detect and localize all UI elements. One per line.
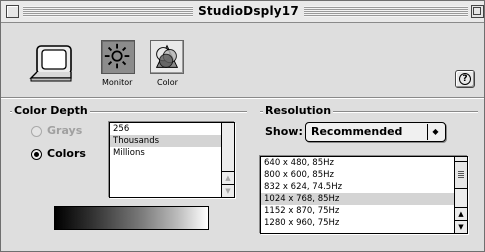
list-item[interactable]: 256: [110, 123, 234, 135]
title-bar[interactable]: StudioDsply17: [1, 1, 484, 23]
list-item[interactable]: Thousands: [110, 135, 234, 147]
grays-radio-button: [31, 126, 42, 137]
show-label: Show:: [265, 125, 303, 138]
color-depth-title: Color Depth: [12, 104, 90, 117]
color-tab-label: Color: [157, 78, 178, 87]
show-popup-menu[interactable]: Recommended ◆: [305, 122, 446, 142]
scroll-thumb[interactable]: [455, 161, 467, 189]
scroll-down-arrow-icon[interactable]: ▼: [222, 184, 234, 197]
title-bar-stripes-left: [23, 6, 193, 17]
color-depth-scrollbar[interactable]: ▲ ▼: [221, 123, 234, 197]
list-item[interactable]: 1280 x 960, 75Hz: [261, 217, 467, 229]
color-wheel-icon: [155, 44, 179, 68]
monitor-tab-button[interactable]: [101, 40, 135, 74]
color-depth-gradient-preview: [54, 206, 209, 230]
resolution-title: Resolution: [263, 104, 334, 117]
scroll-down-arrow-icon[interactable]: ▼: [455, 220, 467, 233]
list-item[interactable]: Millions: [110, 147, 234, 159]
grays-label: Grays: [47, 124, 83, 137]
resolution-list[interactable]: 640 x 480, 85Hz 800 x 600, 85Hz 832 x 62…: [260, 156, 468, 234]
scroll-up-arrow-icon[interactable]: ▲: [222, 171, 234, 184]
color-tab-button[interactable]: [150, 40, 184, 74]
zoom-box[interactable]: [471, 5, 484, 18]
popup-arrows-icon: ◆: [427, 124, 443, 140]
resolution-scrollbar[interactable]: ▲ ▼: [454, 157, 467, 233]
window-title: StudioDsply17: [198, 4, 299, 18]
monitor-tab-label: Monitor: [102, 78, 133, 87]
list-item[interactable]: 1152 x 870, 75Hz: [261, 205, 467, 217]
colors-radio-button[interactable]: [31, 149, 42, 160]
panel-separator: [1, 97, 484, 99]
monitor-icon: [29, 45, 72, 82]
sun-brightness-icon: [104, 43, 130, 69]
colors-label[interactable]: Colors: [47, 147, 86, 160]
close-box[interactable]: [6, 5, 19, 18]
list-item[interactable]: 640 x 480, 85Hz: [261, 157, 467, 169]
color-depth-list[interactable]: 256 Thousands Millions ▲ ▼: [109, 122, 235, 198]
top-panel: Monitor Color ?: [9, 32, 476, 88]
show-popup-value: Recommended: [311, 125, 403, 138]
list-item[interactable]: 800 x 600, 85Hz: [261, 169, 467, 181]
title-bar-stripes-right: [304, 6, 468, 17]
scroll-up-arrow-icon[interactable]: ▲: [455, 207, 467, 220]
list-item[interactable]: 832 x 624, 74.5Hz: [261, 181, 467, 193]
list-item[interactable]: 1024 x 768, 85Hz: [261, 193, 467, 205]
help-icon: ?: [459, 73, 471, 85]
control-strip-window: StudioDsply17 Monitor Color ? Color Dept…: [0, 0, 485, 252]
help-button[interactable]: ?: [455, 70, 475, 88]
